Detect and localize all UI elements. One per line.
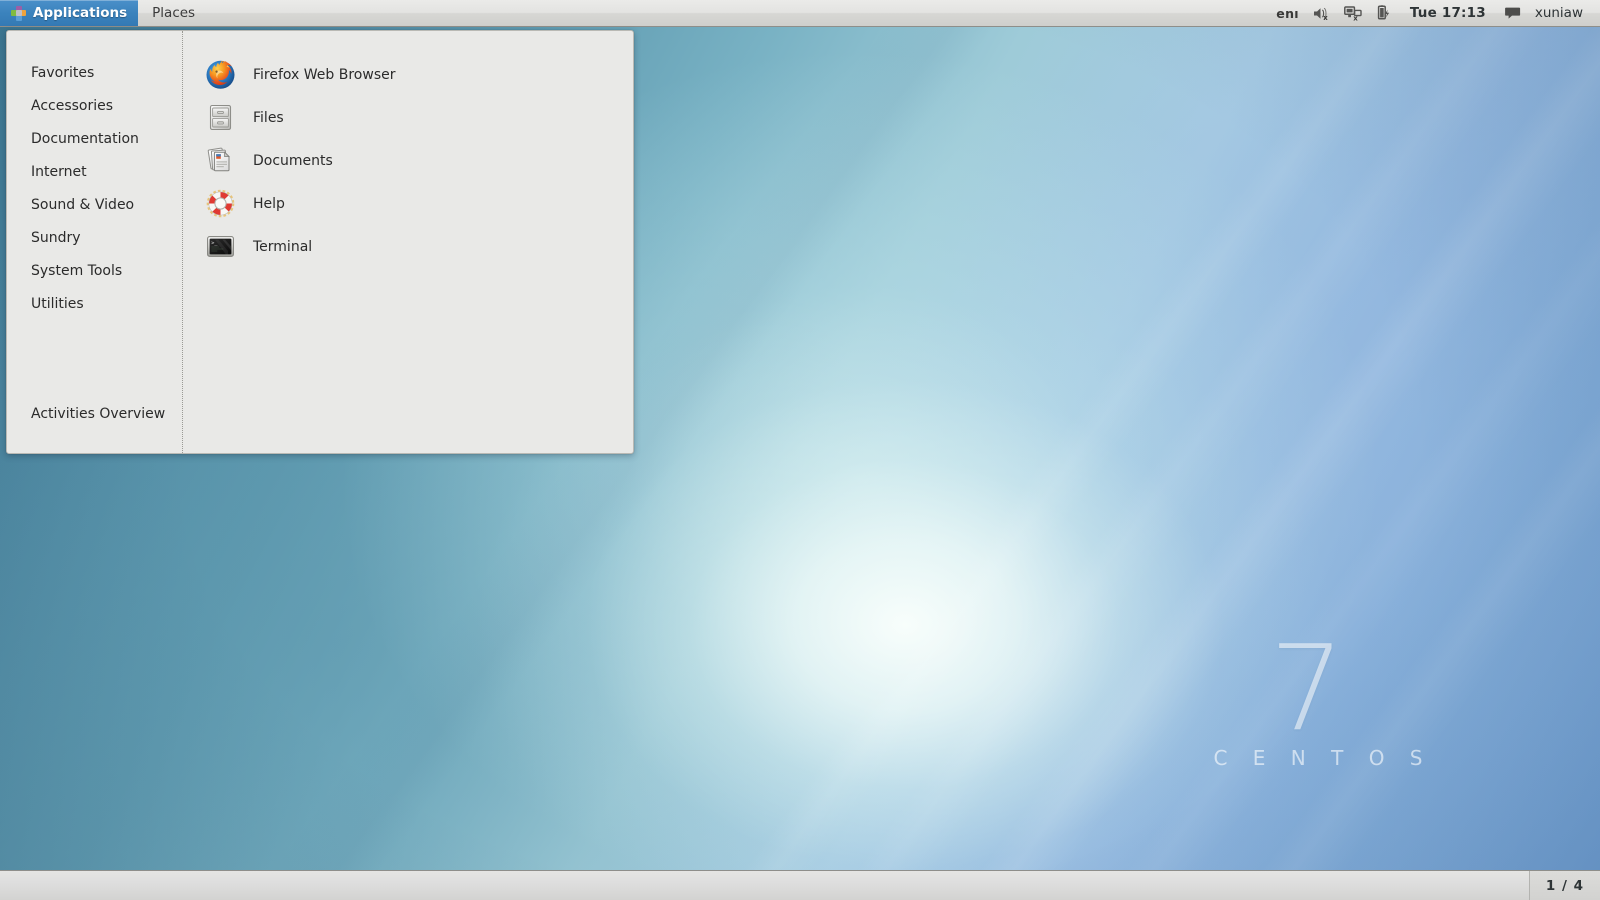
- centos-branding: 7 C E N T O S: [1213, 619, 1432, 770]
- category-sundry[interactable]: Sundry: [7, 222, 182, 255]
- terminal-icon: >_: [205, 231, 236, 262]
- category-documentation[interactable]: Documentation: [7, 123, 182, 156]
- app-item-firefox[interactable]: Firefox Web Browser: [183, 53, 633, 96]
- workspace-indicator-label: 1 / 4: [1545, 877, 1584, 894]
- category-label: Internet: [31, 164, 87, 180]
- applications-menu-label: Applications: [33, 5, 128, 21]
- centos-wordmark: C E N T O S: [1213, 746, 1432, 770]
- keyboard-layout-label: enı: [1276, 5, 1299, 21]
- centos-version-number: 7: [1269, 619, 1344, 757]
- app-label: Help: [253, 195, 285, 212]
- category-label: System Tools: [31, 263, 123, 279]
- places-menu-label: Places: [152, 5, 196, 21]
- category-favorites[interactable]: Favorites: [7, 57, 182, 90]
- app-item-help[interactable]: Help: [183, 182, 633, 225]
- network-disconnected-icon[interactable]: x: [1337, 0, 1369, 26]
- app-item-documents[interactable]: Documents: [183, 139, 633, 182]
- keyboard-layout-button[interactable]: enı: [1269, 0, 1306, 26]
- category-label: Favorites: [31, 65, 95, 81]
- top-panel-left: Applications Places: [0, 0, 206, 26]
- menu-category-sidebar: Favorites Accessories Documentation Inte…: [7, 31, 183, 453]
- username-label: xuniaw: [1534, 5, 1583, 21]
- svg-text:x: x: [1353, 14, 1358, 20]
- svg-text:>_: >_: [211, 240, 218, 246]
- clock-button[interactable]: Tue 17:13: [1398, 0, 1498, 26]
- bottom-panel: 1 / 4: [0, 870, 1600, 900]
- category-label: Documentation: [31, 131, 139, 147]
- category-label: Utilities: [31, 296, 84, 312]
- volume-muted-icon[interactable]: x: [1306, 0, 1337, 26]
- workspace-switcher-button[interactable]: 1 / 4: [1528, 871, 1600, 900]
- firefox-icon: [205, 59, 236, 90]
- category-accessories[interactable]: Accessories: [7, 90, 182, 123]
- battery-charging-icon[interactable]: [1369, 0, 1398, 26]
- app-label: Terminal: [253, 238, 313, 255]
- category-label: Sound & Video: [31, 197, 135, 213]
- user-menu-button[interactable]: xuniaw: [1529, 0, 1590, 26]
- app-item-terminal[interactable]: >_ Terminal: [183, 225, 633, 268]
- category-utilities[interactable]: Utilities: [7, 288, 182, 321]
- documents-icon: [205, 145, 236, 176]
- file-cabinet-icon: [205, 102, 236, 133]
- activities-overview-button[interactable]: Activities Overview: [7, 398, 182, 431]
- centos-pinwheel-icon: [11, 5, 26, 21]
- category-label: Sundry: [31, 230, 81, 246]
- top-panel: Applications Places enı x x Tue 17:13 xu…: [0, 0, 1600, 27]
- app-label: Files: [253, 109, 284, 126]
- clock-label: Tue 17:13: [1409, 5, 1486, 21]
- applications-menu-button[interactable]: Applications: [0, 0, 139, 26]
- system-status-area: enı x x Tue 17:13 xuniaw: [1269, 0, 1600, 26]
- app-label: Firefox Web Browser: [253, 66, 396, 83]
- category-sound-and-video[interactable]: Sound & Video: [7, 189, 182, 222]
- menu-application-list: Firefox Web Browser Files Documents Help…: [183, 31, 633, 453]
- category-system-tools[interactable]: System Tools: [7, 255, 182, 288]
- category-internet[interactable]: Internet: [7, 156, 182, 189]
- app-item-files[interactable]: Files: [183, 96, 633, 139]
- lifebuoy-help-icon: [205, 188, 236, 219]
- places-menu-button[interactable]: Places: [138, 0, 206, 26]
- category-label: Accessories: [31, 98, 114, 114]
- svg-text:x: x: [1323, 14, 1328, 21]
- activities-overview-label: Activities Overview: [31, 406, 166, 422]
- applications-menu-panel: Favorites Accessories Documentation Inte…: [6, 30, 634, 454]
- message-tray-icon[interactable]: [1498, 0, 1529, 26]
- app-label: Documents: [253, 152, 333, 169]
